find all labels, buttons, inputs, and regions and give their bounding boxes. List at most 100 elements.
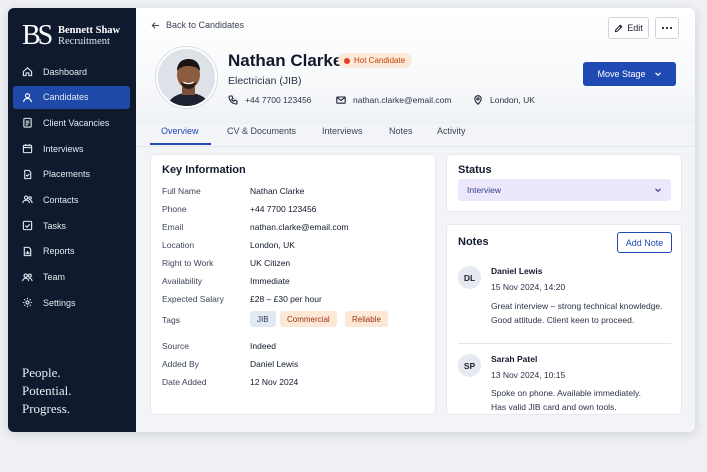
note-text: Spoke on phone. Available immediately. H… [491, 388, 641, 412]
sidebar-item-contacts[interactable]: Contacts [13, 188, 130, 211]
sidebar-item-label: Client Vacancies [43, 117, 110, 128]
app-window: BS Bennett Shaw Recruitment Dashboard Ca… [8, 8, 695, 432]
add-note-button[interactable]: Add Note [617, 232, 672, 253]
hot-candidate-badge: Hot Candidate [338, 53, 413, 68]
notes-card: Notes Add Note DL Daniel Lewis 15 Nov 20… [446, 224, 682, 415]
users-icon [23, 92, 32, 102]
candidate-photo [158, 49, 215, 106]
note-author-avatar: DL [458, 266, 481, 289]
sidebar-item-label: Team [43, 272, 66, 282]
pencil-icon [614, 24, 623, 32]
brand-tagline: People. Potential. Progress. [22, 365, 72, 416]
back-link[interactable]: Back to Candidates [151, 20, 244, 30]
sidebar-item-client-vacancies[interactable]: Client Vacancies [13, 111, 130, 134]
more-options-button[interactable] [655, 17, 679, 39]
phone-icon [228, 95, 238, 105]
info-row-right-to-work: Right to Work UK Citizen [162, 258, 291, 268]
sidebar-item-dashboard[interactable]: Dashboard [13, 60, 130, 83]
tab-notes[interactable]: Notes [389, 126, 413, 136]
candidate-name: Nathan Clarke [228, 51, 343, 70]
info-row-date-added: Date Added 12 Nov 2024 [162, 377, 299, 387]
status-card: Status Interview [446, 154, 682, 212]
chevron-down-icon [655, 188, 661, 193]
edit-button[interactable]: Edit [608, 17, 649, 39]
sidebar-item-label: Tasks [43, 220, 67, 231]
sidebar-item-label: Dashboard [43, 66, 88, 77]
sidebar-item-label: Placements [43, 169, 91, 180]
brand-subtitle: Recruitment [58, 36, 110, 47]
tab-cv-documents[interactable]: CV & Documents [227, 126, 296, 136]
sidebar-item-label: Interviews [43, 143, 84, 154]
info-row-availability: Availability Immediate [162, 276, 290, 286]
briefcase-icon [24, 169, 32, 179]
chart-icon [23, 246, 32, 256]
status-select[interactable]: Interview [458, 179, 671, 201]
note-author-avatar: SP [458, 354, 481, 377]
team-icon [22, 272, 33, 281]
note-author: Daniel Lewis [491, 266, 543, 276]
info-row-full-name: Full Name Nathan Clarke [162, 186, 305, 196]
mail-icon [336, 96, 346, 104]
ellipsis-icon [661, 26, 673, 30]
info-row-added-by: Added By Daniel Lewis [162, 359, 299, 369]
note-divider [458, 343, 671, 344]
gear-icon [22, 298, 33, 308]
sidebar-item-reports[interactable]: Reports [13, 240, 130, 263]
info-row-location: Location London, UK [162, 240, 295, 250]
tag-chip[interactable]: Commercial [280, 311, 337, 327]
sidebar-item-label: Settings [43, 297, 76, 308]
sidebar-item-label: Reports [43, 246, 75, 257]
profile-tabs: Overview CV & Documents Interviews Notes… [150, 124, 680, 146]
tab-activity[interactable]: Activity [437, 126, 466, 136]
status-title: Status [458, 164, 492, 176]
sidebar: BS Bennett Shaw Recruitment Dashboard Ca… [8, 8, 136, 432]
sidebar-item-settings[interactable]: Settings [13, 291, 130, 314]
location-pin-icon [474, 95, 482, 105]
sidebar-item-label: Contacts [43, 194, 79, 205]
tag-chip[interactable]: Reliable [345, 311, 388, 327]
sidebar-item-label: Candidates [43, 92, 89, 103]
key-information-card: Key Information Full Name Nathan Clarke P… [150, 154, 436, 415]
info-row-expected-salary: Expected Salary £28 – £30 per hour [162, 294, 322, 304]
tab-interviews[interactable]: Interviews [322, 126, 363, 136]
sidebar-item-tasks[interactable]: Tasks [13, 214, 130, 237]
contacts-icon [22, 195, 33, 204]
brand-logo[interactable]: BS Bennett Shaw Recruitment [22, 22, 120, 50]
info-row-tags: Tags JIB Commercial Reliable [162, 311, 424, 331]
clipboard-icon [23, 118, 32, 129]
sidebar-item-interviews[interactable]: Interviews [13, 137, 130, 160]
move-stage-button[interactable]: Move Stage [583, 62, 676, 86]
tabs-divider [136, 146, 695, 147]
logo-mark: BS [22, 20, 53, 51]
chevron-down-icon [654, 72, 661, 77]
contact-phone[interactable]: +44 7700 123456 [228, 95, 311, 105]
tab-overview[interactable]: Overview [161, 126, 199, 136]
note-text: Great interview – strong technical knowl… [491, 301, 663, 325]
note-date: 13 Nov 2024, 10:15 [491, 370, 566, 380]
dashboard-icon [22, 67, 33, 77]
sidebar-item-team[interactable]: Team [13, 266, 130, 289]
status-dot-icon [344, 57, 350, 64]
main-content: Back to Candidates Edit Nathan Clarke Ho… [136, 8, 695, 432]
info-row-source: Source Indeed [162, 341, 276, 351]
info-row-email: Email nathan.clarke@email.com [162, 222, 349, 232]
candidate-avatar [156, 47, 217, 108]
active-tab-indicator [150, 143, 211, 145]
note-author: Sarah Patel [491, 354, 538, 364]
contact-location[interactable]: London, UK [473, 95, 535, 105]
tag-chip[interactable]: JIB [250, 311, 276, 327]
info-row-phone: Phone +44 7700 123456 [162, 204, 317, 214]
brand-name: Bennett Shaw [58, 25, 121, 36]
candidate-header: Back to Candidates Edit Nathan Clarke Ho… [136, 8, 695, 124]
sidebar-item-candidates[interactable]: Candidates [13, 85, 130, 109]
notes-title: Notes [458, 236, 489, 248]
checkbox-icon [22, 220, 33, 231]
contact-email[interactable]: nathan.clarke@email.com [336, 95, 451, 105]
sidebar-item-placements[interactable]: Placements [13, 163, 130, 186]
key-information-title: Key Information [162, 164, 246, 176]
candidate-role: Electrician (JIB) [228, 75, 302, 87]
sidebar-nav: Dashboard Candidates Client Vacancies In… [13, 60, 130, 317]
arrow-left-icon [151, 21, 160, 29]
note-date: 15 Nov 2024, 14:20 [491, 282, 566, 292]
calendar-icon [22, 144, 33, 154]
